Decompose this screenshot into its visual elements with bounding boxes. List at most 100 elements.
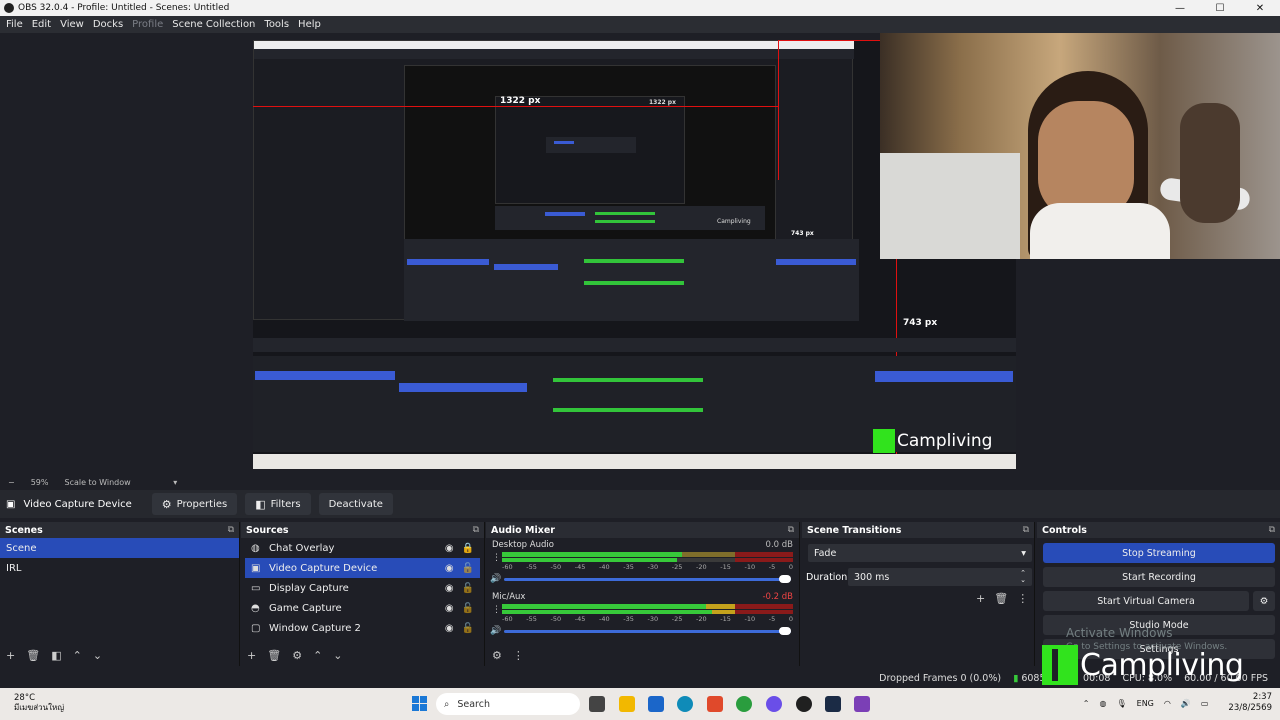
- sources-list: ◍ Chat Overlay ◉ 🔒 ▣ Video Capture Device…: [241, 538, 484, 638]
- volume-slider[interactable]: [504, 627, 791, 635]
- deactivate-button[interactable]: Deactivate: [318, 493, 393, 515]
- nested-docks: [404, 239, 859, 321]
- scale-tick: 0: [788, 615, 793, 623]
- move-down-icon[interactable]: ⌄: [333, 649, 342, 662]
- duration-field[interactable]: 300 ms ⌃ ⌄: [848, 568, 1032, 586]
- source-item-chat-overlay[interactable]: ◍ Chat Overlay ◉ 🔒: [245, 538, 480, 558]
- lock-icon[interactable]: 🔒: [462, 543, 474, 554]
- scale-mode-select[interactable]: Scale to Window ▾: [64, 478, 193, 487]
- filters-button[interactable]: ◧ Filters: [245, 493, 311, 515]
- steam-icon[interactable]: [825, 696, 841, 712]
- scene-item-scene[interactable]: Scene: [0, 538, 239, 558]
- dropped-frames: Dropped Frames 0 (0.0%): [879, 672, 1002, 684]
- stop-streaming-button[interactable]: Stop Streaming: [1043, 543, 1275, 563]
- source-item-window-capture-2[interactable]: ▢ Window Capture 2 ◉ 🔓: [245, 618, 480, 638]
- properties-button[interactable]: ⚙ Properties: [151, 493, 238, 515]
- kebab-menu-icon[interactable]: ⋮: [1017, 592, 1028, 605]
- speaker-icon[interactable]: 🔊: [490, 574, 501, 584]
- weather-temperature: 28°C: [14, 693, 36, 703]
- windows-start-icon[interactable]: [412, 696, 427, 711]
- kebab-menu-icon[interactable]: ⋮: [513, 649, 524, 662]
- eye-icon[interactable]: ◉: [445, 583, 454, 594]
- slider-knob[interactable]: [779, 575, 791, 583]
- add-icon[interactable]: +: [976, 592, 985, 605]
- taskbar-search[interactable]: ⌕ Search: [436, 693, 580, 715]
- mic-icon[interactable]: 🎙: [1116, 699, 1126, 708]
- weather-widget[interactable]: 28°C มีเมฆส่วนใหญ่: [14, 693, 64, 713]
- slider-knob[interactable]: [779, 627, 791, 635]
- eye-icon[interactable]: ◉: [445, 543, 454, 554]
- unlock-icon[interactable]: 🔓: [462, 583, 474, 594]
- trash-icon[interactable]: 🗑: [994, 592, 1008, 605]
- start-recording-button[interactable]: Start Recording: [1043, 567, 1275, 587]
- task-view-icon[interactable]: [589, 696, 605, 712]
- start-virtual-camera-button[interactable]: Start Virtual Camera: [1043, 591, 1249, 611]
- minimize-button[interactable]: —: [1160, 0, 1200, 16]
- menu-scene-collection[interactable]: Scene Collection: [172, 19, 255, 30]
- clock[interactable]: 2:37 23/8/2569: [1218, 692, 1272, 714]
- filter-icon[interactable]: ◧: [51, 649, 61, 662]
- menu-view[interactable]: View: [60, 19, 84, 30]
- virtual-camera-settings-button[interactable]: ⚙: [1253, 591, 1275, 611]
- move-up-icon[interactable]: ⌃: [73, 649, 82, 662]
- scene-item-irl[interactable]: IRL: [0, 558, 239, 578]
- source-item-game-capture[interactable]: ◓ Game Capture ◉ 🔓: [245, 598, 480, 618]
- trash-icon[interactable]: 🗑: [26, 649, 40, 662]
- menu-file[interactable]: File: [6, 19, 23, 30]
- store-icon[interactable]: [648, 696, 664, 712]
- close-button[interactable]: ✕: [1240, 0, 1280, 16]
- chevron-up-icon[interactable]: ⌃: [1083, 699, 1090, 708]
- eye-icon[interactable]: ◉: [445, 603, 454, 614]
- scenes-footer: + 🗑 ◧ ⌃ ⌄: [6, 649, 113, 662]
- zoom-out-button[interactable]: −: [8, 478, 15, 487]
- trash-icon[interactable]: 🗑: [267, 649, 281, 662]
- maximize-button[interactable]: ☐: [1200, 0, 1240, 16]
- obs-icon[interactable]: [796, 696, 812, 712]
- undock-icon[interactable]: ⧉: [228, 525, 234, 535]
- add-icon[interactable]: +: [6, 649, 15, 662]
- mixer-settings-icon[interactable]: ⚙: [492, 649, 502, 662]
- volume-icon[interactable]: 🔊: [1181, 699, 1191, 708]
- wifi-icon[interactable]: ◠: [1164, 699, 1171, 708]
- edge-icon[interactable]: [677, 696, 693, 712]
- kebab-menu-icon[interactable]: ⋮: [492, 605, 501, 615]
- volume-slider[interactable]: [504, 575, 791, 583]
- start-virtual-camera-label: Start Virtual Camera: [1097, 595, 1195, 607]
- undock-icon[interactable]: ⧉: [1023, 525, 1029, 535]
- source-item-display-capture[interactable]: ▭ Display Capture ◉ 🔓: [245, 578, 480, 598]
- undock-icon[interactable]: ⧉: [473, 525, 479, 535]
- spin-arrows-icon[interactable]: ⌃ ⌄: [1020, 570, 1026, 584]
- kebab-menu-icon[interactable]: ⋮: [492, 553, 501, 563]
- unlock-icon[interactable]: 🔓: [462, 623, 474, 634]
- chrome-icon[interactable]: [736, 696, 752, 712]
- menu-docks[interactable]: Docks: [93, 19, 123, 30]
- undock-icon[interactable]: ⧉: [1269, 525, 1275, 535]
- nested-desktop-meter: [553, 378, 703, 382]
- battery-icon[interactable]: ▭: [1201, 699, 1209, 708]
- window-titlebar: OBS 32.0.4 - Profile: Untitled - Scenes:…: [0, 0, 1280, 16]
- app-icon[interactable]: [854, 696, 870, 712]
- menu-tools[interactable]: Tools: [264, 19, 289, 30]
- unlock-icon[interactable]: 🔓: [462, 603, 474, 614]
- preview-area[interactable]: Campliving 1322 px 1322 px 743 px 743 px…: [0, 33, 1280, 473]
- eye-icon[interactable]: ◉: [445, 563, 454, 574]
- menu-help[interactable]: Help: [298, 19, 321, 30]
- speaker-icon[interactable]: 🔊: [490, 626, 501, 636]
- search-icon: ⌕: [444, 698, 450, 710]
- unlock-icon[interactable]: 🔓: [462, 563, 474, 574]
- menu-bar: File Edit View Docks Profile Scene Colle…: [0, 16, 1280, 33]
- undock-icon[interactable]: ⧉: [788, 525, 794, 535]
- eye-icon[interactable]: ◉: [445, 623, 454, 634]
- language-indicator[interactable]: ENG: [1137, 699, 1154, 708]
- transition-select[interactable]: Fade ▾: [808, 544, 1032, 562]
- gear-icon[interactable]: ⚙: [292, 649, 302, 662]
- source-item-video-capture-device[interactable]: ▣ Video Capture Device ◉ 🔓: [245, 558, 480, 578]
- add-icon[interactable]: +: [247, 649, 256, 662]
- move-down-icon[interactable]: ⌄: [93, 649, 102, 662]
- brave-icon[interactable]: [707, 696, 723, 712]
- menu-edit[interactable]: Edit: [32, 19, 51, 30]
- network-icon[interactable]: ◍: [1100, 699, 1107, 708]
- file-explorer-icon[interactable]: [619, 696, 635, 712]
- discord-icon[interactable]: [766, 696, 782, 712]
- move-up-icon[interactable]: ⌃: [313, 649, 322, 662]
